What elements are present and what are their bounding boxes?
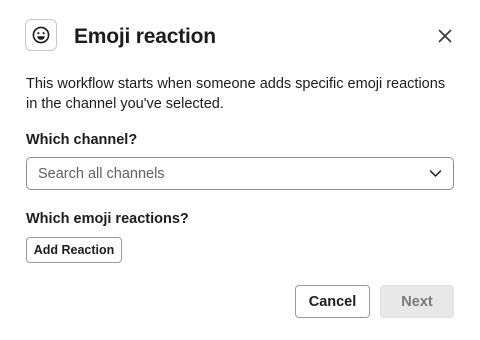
dialog-title: Emoji reaction xyxy=(74,25,216,48)
close-icon xyxy=(438,29,452,43)
channel-select-placeholder: Search all channels xyxy=(38,165,165,182)
emoji-reaction-dialog: Emoji reaction This workflow starts when… xyxy=(0,0,480,340)
channel-select[interactable]: Search all channels xyxy=(26,157,454,190)
chevron-down-icon xyxy=(428,167,442,181)
cancel-button[interactable]: Cancel xyxy=(295,285,370,318)
workflow-description: This workflow starts when someone adds s… xyxy=(26,76,446,112)
smiley-face-icon xyxy=(25,19,57,51)
emoji-reactions-label: Which emoji reactions? xyxy=(26,211,189,227)
close-button[interactable] xyxy=(434,25,456,47)
next-button[interactable]: Next xyxy=(380,285,454,318)
add-reaction-button[interactable]: Add Reaction xyxy=(26,237,122,263)
channel-label: Which channel? xyxy=(26,132,138,148)
